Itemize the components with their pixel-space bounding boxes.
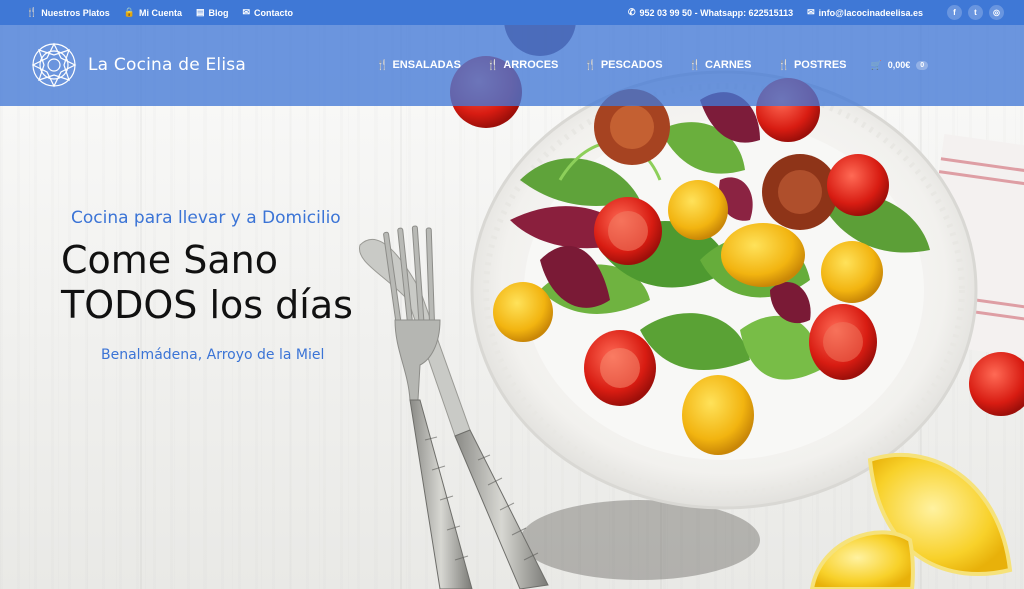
social-links: f t ◎ — [947, 5, 1004, 20]
nav-label: PESCADOS — [600, 59, 663, 71]
nav-label: POSTRES — [793, 59, 847, 71]
email-text: info@lacocinadeelisa.es — [818, 7, 923, 18]
hero-subtitle: Cocina para llevar y a Domicilio — [71, 208, 341, 228]
top-links: 🍴 Nuestros Platos 🔒 Mi Cuenta ▤ Blog ✉ C… — [26, 8, 293, 18]
link-label: Mi Cuenta — [138, 7, 182, 18]
phone-text: 952 03 99 50 - Whatsapp: 622515113 — [639, 7, 794, 18]
nav-item-postres[interactable]: 🍴 POSTRES — [777, 59, 846, 71]
phone-info[interactable]: ✆ 952 03 99 50 - Whatsapp: 622515113 — [628, 8, 793, 18]
lock-icon: 🔒 — [123, 7, 135, 17]
wood-patch — [520, 500, 760, 580]
instagram-icon[interactable]: ◎ — [989, 5, 1004, 20]
site-logo[interactable]: La Cocina de Elisa — [30, 41, 246, 89]
nav-item-carnes[interactable]: 🍴 CARNES — [689, 59, 752, 71]
envelope-icon: ✉ — [807, 7, 815, 17]
email-info[interactable]: ✉ info@lacocinadeelisa.es — [807, 8, 923, 18]
main-navbar: La Cocina de Elisa 🍴 ENSALADAS 🍴 ARROCES… — [0, 25, 1024, 106]
main-menu: 🍴 ENSALADAS 🍴 ARROCES 🍴 PESCADOS 🍴 CARNE… — [376, 59, 929, 71]
nav-label: ENSALADAS — [392, 59, 461, 71]
nav-label: CARNES — [705, 59, 752, 71]
top-contact: ✆ 952 03 99 50 - Whatsapp: 622515113 ✉ i… — [628, 5, 1004, 20]
top-bar: 🍴 Nuestros Platos 🔒 Mi Cuenta ▤ Blog ✉ C… — [0, 0, 1024, 25]
fork-knife-icon: 🍴 — [584, 59, 597, 71]
link-mi-cuenta[interactable]: 🔒 Mi Cuenta — [124, 8, 182, 18]
document-icon: ▤ — [195, 7, 205, 17]
cart-count-badge: 0 — [916, 60, 929, 70]
nav-item-ensaladas[interactable]: 🍴 ENSALADAS — [376, 59, 461, 71]
brand-name: La Cocina de Elisa — [88, 55, 246, 75]
link-blog[interactable]: ▤ Blog — [196, 8, 229, 18]
fork-knife-icon: 🍴 — [777, 59, 790, 71]
nav-item-arroces[interactable]: 🍴 ARROCES — [487, 59, 558, 71]
twitter-icon[interactable]: t — [968, 5, 983, 20]
phone-icon: ✆ — [627, 7, 636, 17]
mandala-logo-icon — [31, 42, 77, 88]
nav-item-pescados[interactable]: 🍴 PESCADOS — [584, 59, 662, 71]
fork-knife-icon: 🍴 — [486, 59, 500, 71]
fork-knife-icon: 🍴 — [688, 59, 702, 71]
hero-title: Come Sano TODOS los días — [61, 238, 353, 328]
cart-icon: 🛒 — [870, 59, 882, 70]
hero-title-line1: Come Sano — [61, 238, 278, 282]
cart-total: 0,00€ — [887, 60, 911, 70]
link-label: Nuestros Platos — [41, 7, 110, 18]
link-label: Contacto — [254, 7, 294, 18]
fork-knife-icon: 🍴 — [26, 7, 38, 17]
cart-button[interactable]: 🛒 0,00€ 0 — [871, 60, 929, 71]
hero-location: Benalmádena, Arroyo de la Miel — [101, 347, 325, 363]
hero-title-line2: TODOS los días — [61, 283, 353, 327]
envelope-icon: ✉ — [242, 7, 251, 17]
link-contacto[interactable]: ✉ Contacto — [243, 8, 294, 18]
link-label: Blog — [208, 7, 229, 18]
fork-knife-icon: 🍴 — [376, 59, 389, 71]
link-nuestros-platos[interactable]: 🍴 Nuestros Platos — [26, 8, 110, 18]
nav-label: ARROCES — [503, 59, 559, 71]
facebook-icon[interactable]: f — [947, 5, 962, 20]
